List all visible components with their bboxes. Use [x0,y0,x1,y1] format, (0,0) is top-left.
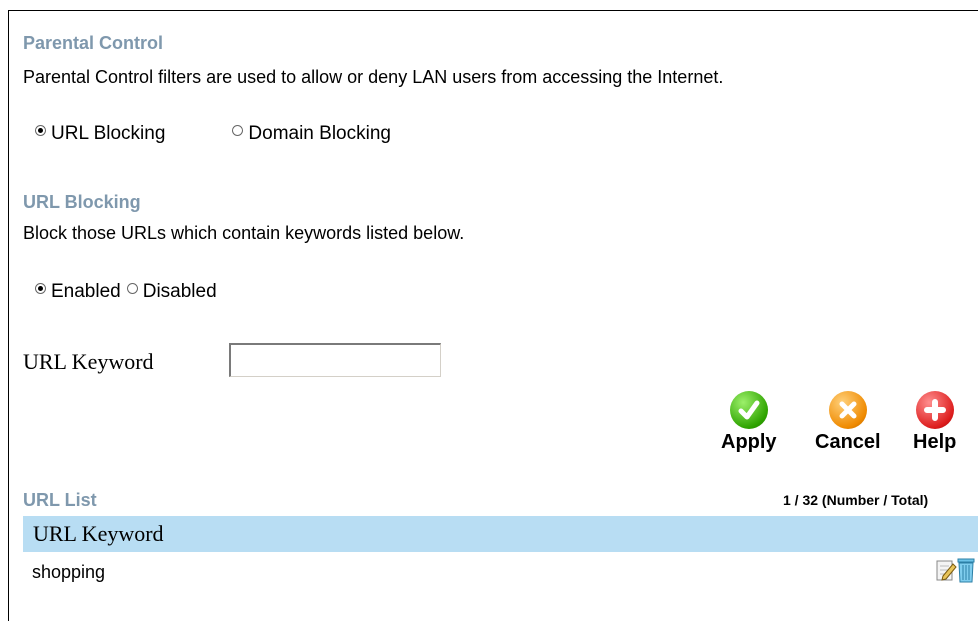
url-list-table: URL Keyword shopping [23,516,978,592]
enabled-radio[interactable] [35,282,46,294]
url-blocking-description: Block those URLs which contain keywords … [23,223,465,243]
url-blocking-label: URL Blocking [51,123,166,144]
url-keyword-cell: shopping [32,561,106,582]
url-keyword-input[interactable] [229,343,441,377]
url-blocking-option[interactable]: URL Blocking [35,123,165,145]
url-list-title: URL List [23,490,97,510]
x-icon [828,391,867,429]
enabled-label: Enabled [51,281,121,302]
domain-blocking-option[interactable]: Domain Blocking [232,123,391,145]
content-frame: Parental Control Parental Control filter… [8,10,978,621]
parental-control-title: Parental Control [23,33,164,53]
url-blocking-radio[interactable] [35,124,46,136]
url-keyword-column-header: URL Keyword [33,521,164,546]
enabled-option[interactable]: Enabled [35,281,121,303]
parental-control-description: Parental Control filters are used to all… [23,67,724,87]
check-icon [729,391,768,429]
mode-radio-group: URL Blocking Domain Blocking [35,123,391,145]
disabled-radio[interactable] [126,282,138,294]
apply-button[interactable]: Apply [721,391,777,454]
url-keyword-label: URL Keyword [23,349,154,374]
url-blocking-title: URL Blocking [23,192,141,212]
trash-icon[interactable] [957,557,975,588]
table-row: shopping [23,552,978,592]
domain-blocking-radio[interactable] [232,124,244,136]
url-list-count: 1 / 32 (Number / Total) [783,492,929,508]
disabled-label: Disabled [142,281,217,302]
help-label: Help [913,431,957,453]
row-actions [935,557,975,588]
domain-blocking-label: Domain Blocking [248,123,391,144]
cancel-label: Cancel [815,431,881,453]
state-radio-group: Enabled Disabled [35,281,217,303]
cancel-button[interactable]: Cancel [815,391,881,454]
plus-icon [915,391,954,429]
disabled-option[interactable]: Disabled [126,281,217,303]
help-button[interactable]: Help [913,391,956,454]
edit-icon[interactable] [935,558,957,587]
url-list-header: URL Keyword [23,516,978,552]
apply-label: Apply [721,431,777,453]
